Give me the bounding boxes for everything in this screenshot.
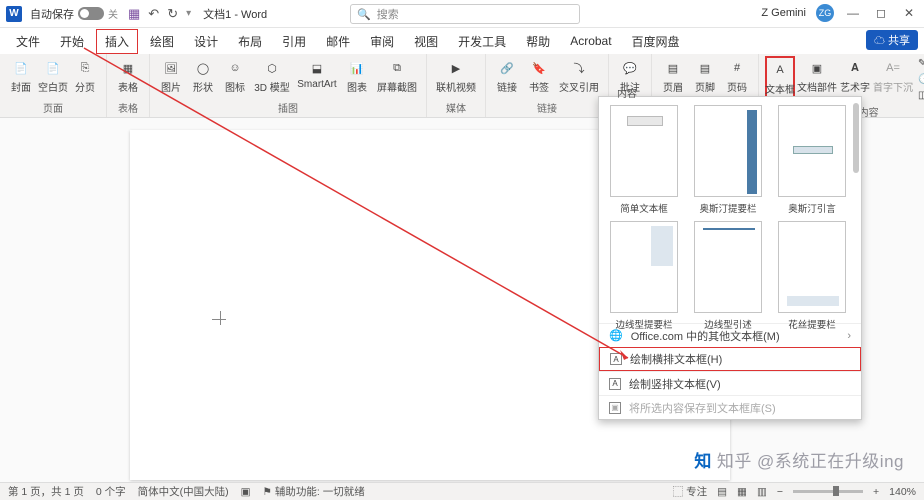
dropcap-button[interactable]: A=首字下沉: [873, 56, 913, 94]
text-cursor: [214, 313, 226, 325]
tab-design[interactable]: 设计: [186, 30, 226, 53]
3d-models-button[interactable]: ⬡3D 模型: [252, 56, 292, 94]
tab-layout[interactable]: 布局: [230, 30, 270, 53]
minimize-button[interactable]: —: [844, 6, 862, 20]
quick-access-toolbar: ▦ ↶ ↻ ▾: [128, 6, 191, 22]
zoom-level[interactable]: 140%: [889, 486, 916, 498]
search-icon: 🔍: [357, 8, 371, 21]
search-input[interactable]: 🔍 搜索: [350, 4, 580, 24]
tab-draw[interactable]: 绘图: [142, 30, 182, 53]
status-page[interactable]: 第 1 页，共 1 页: [8, 484, 84, 499]
status-spellcheck-icon[interactable]: ▣: [241, 486, 251, 498]
screenshot-button[interactable]: ⧉屏幕截图: [374, 56, 420, 94]
toggle-off-icon[interactable]: [78, 7, 104, 20]
maximize-button[interactable]: ◻: [872, 6, 890, 20]
textbox-vert-icon: A: [609, 378, 621, 390]
icons-button[interactable]: ☺图标: [220, 56, 250, 94]
view-print-icon[interactable]: ▦: [737, 486, 747, 498]
textbox-gallery: 简单文本框 奥斯汀提要栏 奥斯汀引言 边线型提要栏 边线型引述 花丝提要栏: [599, 97, 861, 323]
zhihu-icon: 知: [694, 447, 712, 472]
watermark: 知 知乎 @系统正在升级ing: [694, 447, 904, 472]
redo-icon[interactable]: ↻: [167, 6, 178, 22]
blank-page-button[interactable]: 📄空白页: [38, 56, 68, 94]
save-icon[interactable]: ▦: [128, 6, 140, 22]
group-links: 🔗链接 🔖书签 ⤵交叉引用 链接: [486, 54, 609, 117]
textbox-horiz-icon: A: [610, 353, 622, 365]
view-web-icon[interactable]: ▥: [757, 486, 767, 498]
tab-view[interactable]: 视图: [406, 30, 446, 53]
tab-file[interactable]: 文件: [8, 30, 48, 53]
word-app-icon: W: [6, 6, 22, 22]
gallery-item-filigree-sidebar[interactable]: 花丝提要栏: [773, 221, 851, 331]
shapes-button[interactable]: ◯形状: [188, 56, 218, 94]
group-tables: ▦表格 表格: [107, 54, 150, 117]
gallery-item-border-sidebar[interactable]: 边线型提要栏: [605, 221, 683, 331]
textbox-button[interactable]: A文本框: [765, 56, 795, 98]
tab-review[interactable]: 审阅: [362, 30, 402, 53]
zoom-out-button[interactable]: −: [777, 486, 783, 498]
user-name[interactable]: Z Gemini: [761, 7, 806, 19]
chart-button[interactable]: 📊图表: [342, 56, 372, 94]
autosave-toggle[interactable]: 自动保存 关: [30, 6, 118, 22]
menu-draw-horizontal-textbox[interactable]: A绘制横排文本框(H): [599, 347, 861, 371]
title-bar: W 自动保存 关 ▦ ↶ ↻ ▾ 文档1 - Word 🔍 搜索 Z Gemin…: [0, 0, 924, 28]
zoom-in-button[interactable]: +: [873, 486, 879, 498]
table-button[interactable]: ▦表格: [113, 56, 143, 94]
text-side-stack: ✎ 签名行 ˅ 🕓 日期和时间 ◫ 对象 ˅: [915, 56, 924, 103]
zoom-slider[interactable]: [793, 490, 863, 493]
gallery-item-border-quote[interactable]: 边线型引述: [689, 221, 767, 331]
smartart-button[interactable]: ⬓SmartArt: [294, 56, 340, 90]
close-button[interactable]: ✕: [900, 6, 918, 20]
pictures-button[interactable]: 🖼图片: [156, 56, 186, 94]
chevron-right-icon: ›: [847, 330, 851, 342]
header-button[interactable]: ▤页眉: [658, 56, 688, 94]
status-words[interactable]: 0 个字: [96, 484, 126, 499]
gallery-item-simple[interactable]: 简单文本框: [605, 105, 683, 215]
gallery-item-austin-quote[interactable]: 奥斯汀引言: [773, 105, 851, 215]
group-pages: 📄封面 📄空白页 ⎘分页 页面: [0, 54, 107, 117]
focus-mode-button[interactable]: ⬚ 专注: [673, 484, 707, 499]
crossref-button[interactable]: ⤵交叉引用: [556, 56, 602, 94]
quickparts-button[interactable]: ▣文档部件: [797, 56, 837, 94]
view-read-icon[interactable]: ▤: [717, 486, 727, 498]
online-video-button[interactable]: ▶联机视频: [433, 56, 479, 94]
globe-icon: 🌐: [609, 329, 623, 342]
signature-line-button[interactable]: ✎ 签名行 ˅: [915, 56, 924, 71]
ribbon-tabs: 文件 开始 插入 绘图 设计 布局 引用 邮件 审阅 视图 开发工具 帮助 Ac…: [0, 28, 924, 54]
tab-mail[interactable]: 邮件: [318, 30, 358, 53]
datetime-button[interactable]: 🕓 日期和时间: [915, 72, 924, 87]
bookmark-button[interactable]: 🔖书签: [524, 56, 554, 94]
wordart-button[interactable]: 𝐀艺术字: [839, 56, 871, 94]
tab-insert[interactable]: 插入: [96, 29, 138, 54]
tab-baidu[interactable]: 百度网盘: [624, 30, 688, 53]
tab-developer[interactable]: 开发工具: [450, 30, 514, 53]
page-number-button[interactable]: #页码: [722, 56, 752, 94]
textbox-dropdown: 内容 简单文本框 奥斯汀提要栏 奥斯汀引言 边线型提要栏 边线型引述 花丝提要栏…: [598, 96, 862, 420]
group-media: ▶联机视频 媒体: [427, 54, 486, 117]
status-bar: 第 1 页，共 1 页 0 个字 简体中文(中国大陆) ▣ ⚑ 辅助功能: 一切…: [0, 482, 924, 500]
share-button[interactable]: ☁ 共享: [866, 30, 918, 50]
footer-button[interactable]: ▤页脚: [690, 56, 720, 94]
status-language[interactable]: 简体中文(中国大陆): [138, 484, 229, 499]
user-avatar[interactable]: ZG: [816, 4, 834, 22]
undo-icon[interactable]: ↶: [148, 6, 159, 22]
group-illustrations: 🖼图片 ◯形状 ☺图标 ⬡3D 模型 ⬓SmartArt 📊图表 ⧉屏幕截图 插…: [150, 54, 427, 117]
tab-references[interactable]: 引用: [274, 30, 314, 53]
dropdown-scrollbar[interactable]: [853, 103, 859, 173]
link-button[interactable]: 🔗链接: [492, 56, 522, 94]
gallery-item-austin-sidebar[interactable]: 奥斯汀提要栏: [689, 105, 767, 215]
tab-home[interactable]: 开始: [52, 30, 92, 53]
cover-page-button[interactable]: 📄封面: [6, 56, 36, 94]
status-accessibility[interactable]: ⚑ 辅助功能: 一切就绪: [263, 484, 365, 499]
page-break-button[interactable]: ⎘分页: [70, 56, 100, 94]
tab-help[interactable]: 帮助: [518, 30, 558, 53]
menu-draw-vertical-textbox[interactable]: A绘制竖排文本框(V): [599, 371, 861, 395]
tab-acrobat[interactable]: Acrobat: [562, 31, 619, 51]
object-button[interactable]: ◫ 对象 ˅: [915, 88, 924, 103]
menu-save-to-gallery: ▣将所选内容保存到文本框库(S): [599, 395, 861, 419]
save-gallery-icon: ▣: [609, 402, 621, 414]
document-title: 文档1 - Word: [203, 6, 267, 22]
